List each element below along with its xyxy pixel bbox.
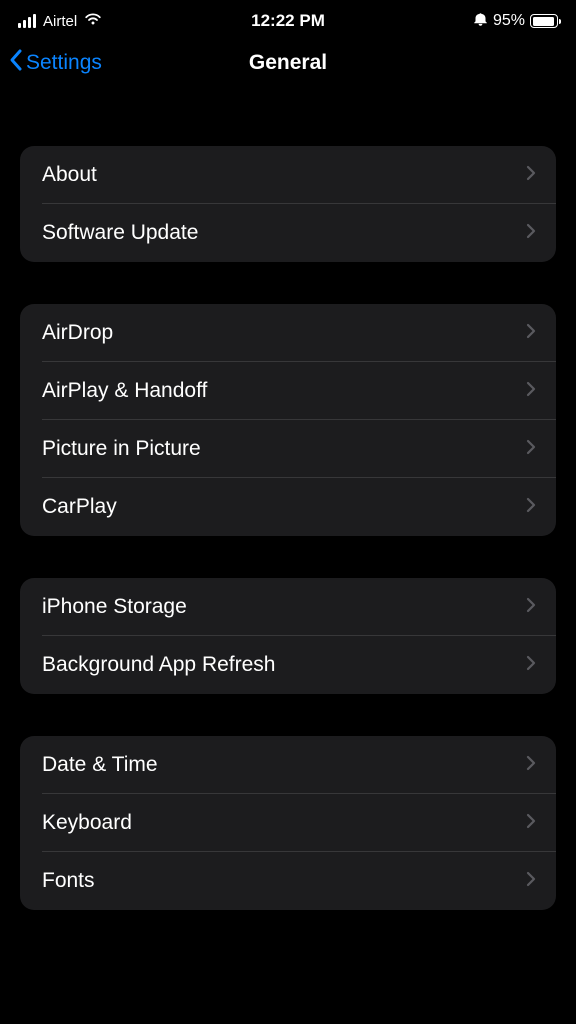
chevron-right-icon [526, 755, 536, 776]
row-fonts[interactable]: Fonts [20, 852, 556, 910]
status-bar: Airtel 12:22 PM 95% [0, 0, 576, 38]
chevron-right-icon [526, 381, 536, 402]
chevron-right-icon [526, 439, 536, 460]
chevron-right-icon [526, 323, 536, 344]
chevron-right-icon [526, 597, 536, 618]
section-airdrop: AirDrop AirPlay & Handoff Picture in Pic… [20, 304, 556, 536]
chevron-right-icon [526, 871, 536, 892]
row-airdrop[interactable]: AirDrop [20, 304, 556, 362]
chevron-right-icon [526, 813, 536, 834]
row-software-update[interactable]: Software Update [20, 204, 556, 262]
clock: 12:22 PM [251, 11, 325, 31]
wifi-icon [84, 12, 102, 31]
battery-percent: 95% [493, 12, 525, 30]
row-label: About [42, 163, 97, 187]
row-background-app-refresh[interactable]: Background App Refresh [20, 636, 556, 694]
chevron-right-icon [526, 497, 536, 518]
back-button[interactable]: Settings [8, 48, 102, 78]
row-label: CarPlay [42, 495, 117, 519]
status-left: Airtel [18, 12, 102, 31]
section-datetime: Date & Time Keyboard Fonts [20, 736, 556, 910]
alarm-icon [473, 12, 488, 31]
row-label: Date & Time [42, 753, 158, 777]
row-iphone-storage[interactable]: iPhone Storage [20, 578, 556, 636]
back-label: Settings [26, 51, 102, 75]
section-storage: iPhone Storage Background App Refresh [20, 578, 556, 694]
row-label: Keyboard [42, 811, 132, 835]
row-label: Picture in Picture [42, 437, 201, 461]
row-date-time[interactable]: Date & Time [20, 736, 556, 794]
row-airplay-handoff[interactable]: AirPlay & Handoff [20, 362, 556, 420]
row-about[interactable]: About [20, 146, 556, 204]
page-title: General [249, 51, 327, 75]
cellular-signal-icon [18, 14, 36, 28]
chevron-right-icon [526, 165, 536, 186]
battery-icon [530, 14, 558, 28]
navigation-bar: Settings General [0, 38, 576, 90]
row-keyboard[interactable]: Keyboard [20, 794, 556, 852]
row-label: AirDrop [42, 321, 113, 345]
row-label: Fonts [42, 869, 95, 893]
row-carplay[interactable]: CarPlay [20, 478, 556, 536]
carrier-label: Airtel [43, 13, 77, 30]
chevron-left-icon [8, 48, 24, 78]
row-label: Software Update [42, 221, 198, 245]
row-label: AirPlay & Handoff [42, 379, 207, 403]
chevron-right-icon [526, 223, 536, 244]
content: About Software Update AirDrop AirPlay & … [0, 146, 576, 910]
chevron-right-icon [526, 655, 536, 676]
row-label: iPhone Storage [42, 595, 187, 619]
row-picture-in-picture[interactable]: Picture in Picture [20, 420, 556, 478]
status-right: 95% [473, 12, 558, 31]
row-label: Background App Refresh [42, 653, 275, 677]
section-about: About Software Update [20, 146, 556, 262]
